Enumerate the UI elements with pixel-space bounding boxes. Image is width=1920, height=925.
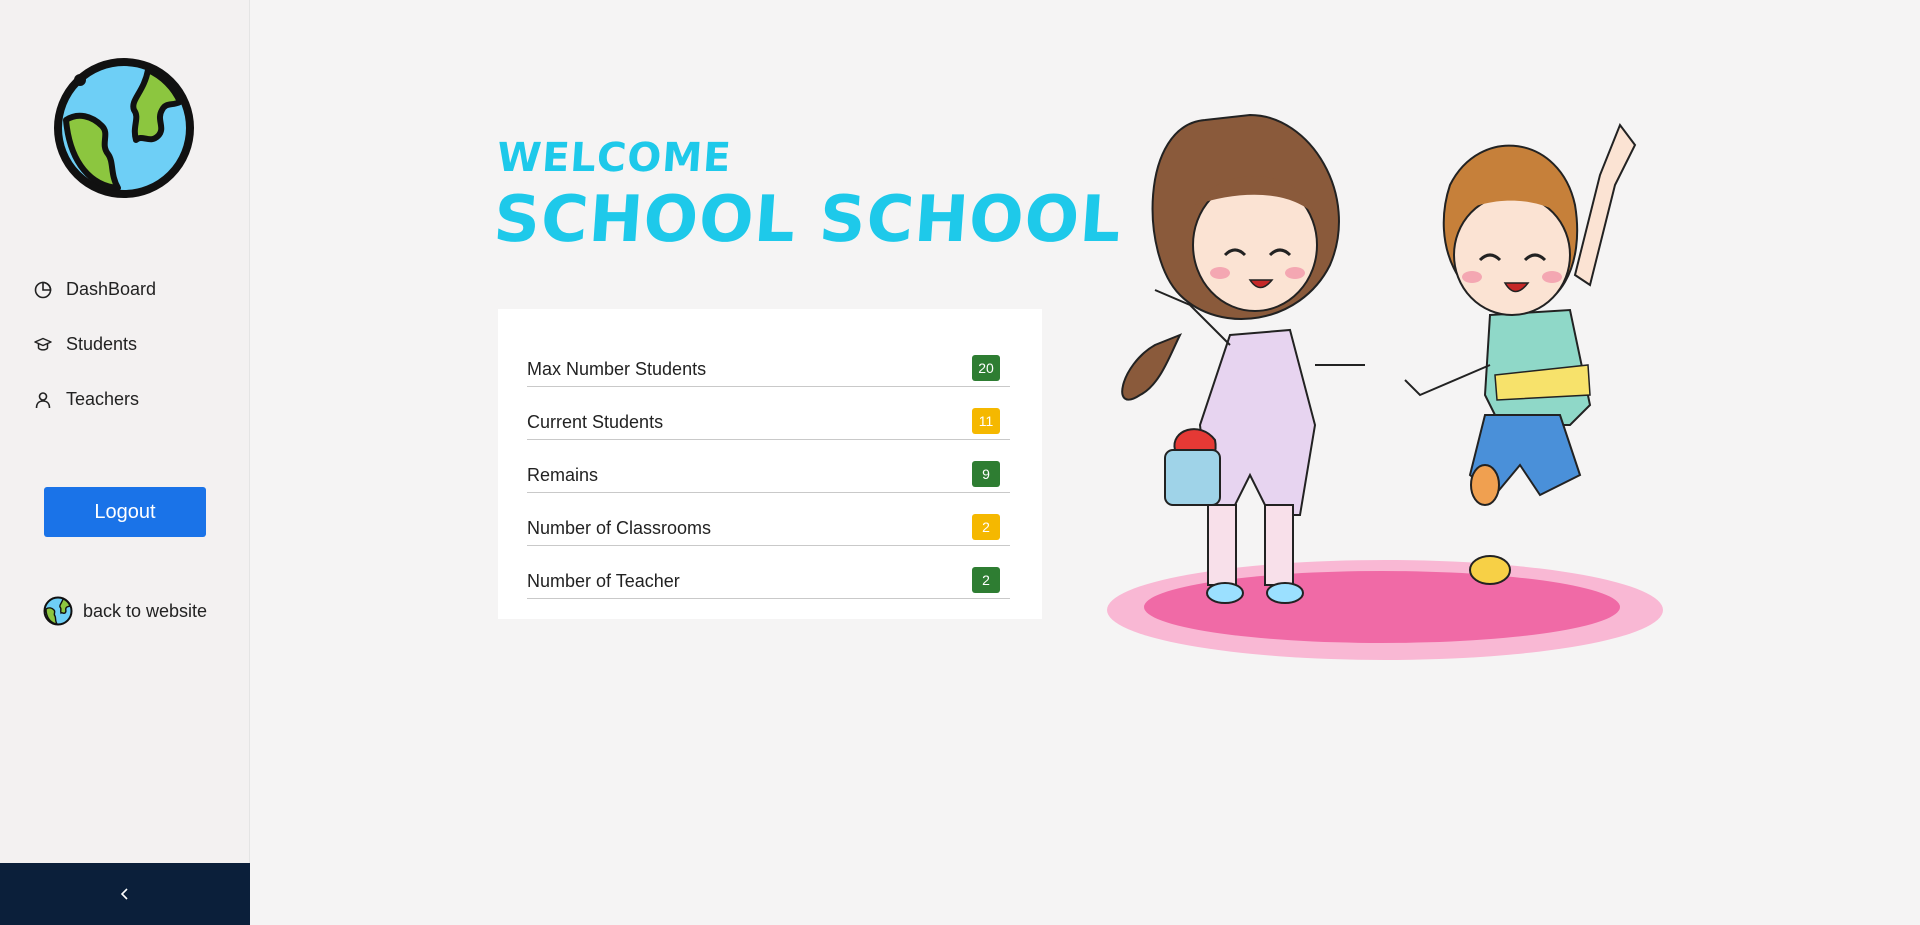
- stat-row: Remains 9: [527, 440, 1010, 493]
- kids-illustration: [1107, 113, 1663, 660]
- sidebar: DashBoard Students Teachers Logout back …: [0, 0, 250, 925]
- stat-badge: 2: [972, 514, 1000, 540]
- sidebar-collapse-button[interactable]: [0, 863, 250, 925]
- stat-badge: 20: [972, 355, 1000, 381]
- graduation-cap-icon: [34, 337, 52, 351]
- stat-label: Current Students: [527, 412, 664, 432]
- stat-row: Current Students 11: [527, 387, 1010, 440]
- stat-row: Max Number Students 20: [527, 334, 1010, 387]
- stat-row: Number of Teacher 2: [527, 546, 1010, 599]
- boy-figure: [1404, 122, 1637, 585]
- sidebar-nav: DashBoard Students Teachers: [0, 262, 250, 427]
- stat-row: Number of Classrooms 2: [527, 493, 1010, 546]
- sidebar-item-label: Students: [66, 334, 138, 354]
- globe-logo-icon[interactable]: [52, 56, 196, 200]
- stat-label: Number of Teacher: [527, 571, 680, 591]
- sidebar-item-teachers[interactable]: Teachers: [0, 372, 250, 427]
- sidebar-item-students[interactable]: Students: [0, 317, 250, 372]
- stat-badge: 2: [972, 567, 1000, 593]
- back-to-website-label: back to website: [83, 600, 208, 621]
- logout-button[interactable]: Logout: [44, 487, 206, 537]
- stat-label: Max Number Students: [527, 359, 707, 379]
- pie-chart-icon: [34, 281, 52, 298]
- school-name-heading: SCHOOL SCHOOL: [491, 183, 1125, 257]
- chevron-left-icon: [120, 888, 128, 900]
- stat-label: Remains: [527, 465, 599, 485]
- sidebar-item-label: Teachers: [66, 389, 140, 409]
- stat-badge: 9: [972, 461, 1000, 487]
- sidebar-item-dashboard[interactable]: DashBoard: [0, 262, 250, 317]
- welcome-heading: WELCOME: [495, 135, 734, 181]
- person-icon: [35, 391, 51, 408]
- stat-badge: 11: [972, 408, 1000, 434]
- sidebar-item-label: DashBoard: [66, 279, 157, 299]
- girl-figure: [1121, 113, 1365, 604]
- stats-card: Max Number Students 20 Current Students …: [498, 309, 1042, 619]
- back-to-website-link[interactable]: back to website: [43, 596, 207, 626]
- stat-label: Number of Classrooms: [527, 518, 712, 538]
- globe-icon: [43, 596, 73, 626]
